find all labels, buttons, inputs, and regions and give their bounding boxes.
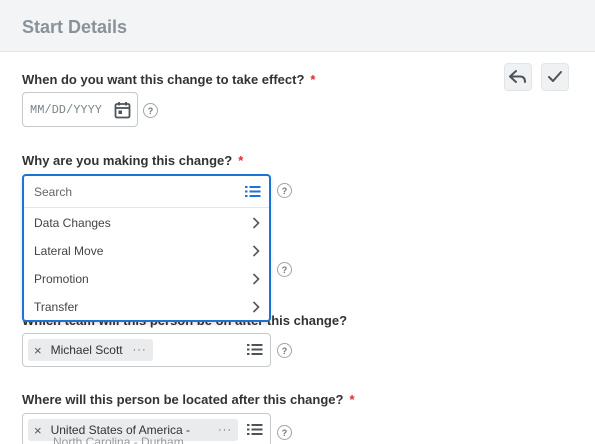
required-mark: * bbox=[349, 392, 355, 407]
chevron-right-icon bbox=[252, 301, 260, 313]
location-field[interactable]: × United States of America - ··· North C… bbox=[22, 413, 271, 444]
chevron-right-icon bbox=[252, 217, 260, 229]
effective-date-help-icon[interactable]: ? bbox=[143, 103, 158, 118]
required-mark: * bbox=[238, 153, 244, 168]
reason-label: Why are you making this change? * bbox=[22, 153, 243, 168]
option-label: Data Changes bbox=[34, 216, 111, 230]
effective-date-input[interactable]: MM/DD/YYYY bbox=[22, 92, 138, 127]
submit-button[interactable] bbox=[541, 63, 569, 91]
selected-team-pill: × Michael Scott ··· bbox=[28, 339, 153, 361]
section-header: Start Details bbox=[0, 0, 595, 52]
effective-date-label: When do you want this change to take eff… bbox=[22, 72, 315, 87]
section-title: Start Details bbox=[22, 17, 128, 37]
date-placeholder: MM/DD/YYYY bbox=[30, 103, 103, 117]
reason-detail-help-icon[interactable]: ? bbox=[277, 262, 292, 277]
location-label-text: Where will this person be located after … bbox=[22, 392, 344, 407]
team-field[interactable]: × Michael Scott ··· bbox=[22, 333, 271, 367]
reason-help-icon[interactable]: ? bbox=[277, 183, 292, 198]
option-label: Transfer bbox=[34, 300, 79, 314]
location-label: Where will this person be located after … bbox=[22, 392, 355, 407]
reason-label-text: Why are you making this change? bbox=[22, 153, 233, 168]
chevron-right-icon bbox=[252, 245, 260, 257]
reason-option-data-changes[interactable]: Data Changes bbox=[24, 209, 269, 237]
reason-option-promotion[interactable]: Promotion bbox=[24, 265, 269, 293]
checkmark-icon bbox=[548, 71, 562, 82]
reason-option-transfer[interactable]: Transfer bbox=[24, 293, 269, 321]
reason-search-input[interactable] bbox=[34, 183, 234, 201]
pill-value-line2: North Carolina - Durham bbox=[53, 435, 184, 444]
reply-arrow-icon bbox=[509, 70, 526, 83]
list-icon[interactable] bbox=[247, 423, 263, 436]
option-label: Lateral Move bbox=[34, 244, 104, 258]
list-icon[interactable] bbox=[245, 185, 261, 198]
team-help-icon[interactable]: ? bbox=[277, 343, 292, 358]
reason-dropdown[interactable]: Data Changes Lateral Move Promotion Tran… bbox=[22, 174, 271, 322]
list-icon[interactable] bbox=[247, 343, 263, 356]
more-icon[interactable]: ··· bbox=[218, 424, 232, 436]
option-label: Promotion bbox=[34, 272, 89, 286]
remove-icon[interactable]: × bbox=[34, 423, 42, 438]
required-mark: * bbox=[310, 72, 316, 87]
location-help-icon[interactable]: ? bbox=[277, 425, 292, 440]
calendar-icon[interactable] bbox=[114, 101, 131, 119]
chevron-right-icon bbox=[252, 273, 260, 285]
effective-date-label-text: When do you want this change to take eff… bbox=[22, 72, 305, 87]
dropdown-search-row bbox=[24, 176, 269, 208]
back-button[interactable] bbox=[504, 63, 532, 91]
pill-value: Michael Scott bbox=[50, 343, 123, 357]
remove-icon[interactable]: × bbox=[34, 343, 42, 358]
reason-option-lateral-move[interactable]: Lateral Move bbox=[24, 237, 269, 265]
more-icon[interactable]: ··· bbox=[133, 344, 147, 356]
